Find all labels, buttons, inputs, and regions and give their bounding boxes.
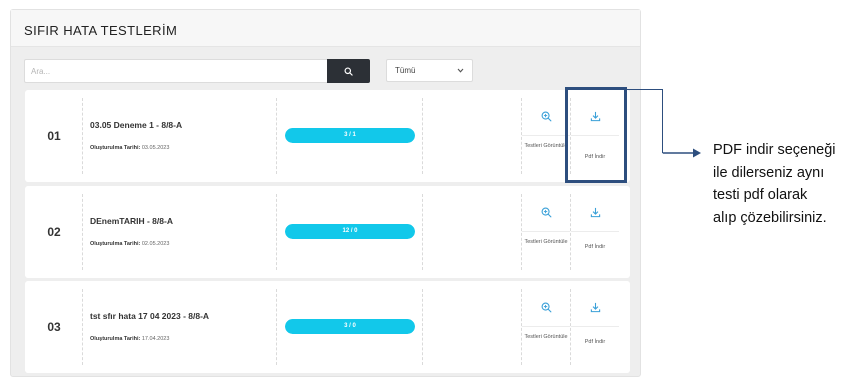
creation-date-label: Oluşturulma Tarihi: <box>90 241 141 247</box>
view-tests-label: Testleri Görüntüle <box>524 239 568 245</box>
progress-text: 3 / 0 <box>344 323 356 329</box>
creation-date: Oluşturulma Tarihi: 17.04.2023 <box>90 336 169 342</box>
callout-line: alıp çözebilirsiniz. <box>713 209 827 226</box>
test-number: 01 <box>47 129 61 143</box>
search-input[interactable] <box>24 59 328 83</box>
callout-arrow-icon <box>662 148 701 158</box>
download-icon <box>590 302 600 313</box>
test-name: 03.05 Deneme 1 - 8/8-A <box>90 120 183 130</box>
filter-select-value: Tümü <box>395 66 416 75</box>
divider <box>82 289 83 365</box>
pdf-download-label: Pdf İndir <box>584 339 606 345</box>
creation-date-label: Oluşturulma Tarihi: <box>90 145 141 151</box>
zoom-in-icon <box>541 302 551 313</box>
divider <box>82 194 83 270</box>
search-button[interactable] <box>327 59 370 83</box>
filter-select[interactable]: Tümü <box>386 59 473 82</box>
page-title: SIFIR HATA TESTLERİM <box>24 23 178 38</box>
progress-text: 12 / 0 <box>342 228 358 234</box>
creation-date-value: 03.05.2023 <box>141 145 170 151</box>
view-tests-label: Testleri Görüntüle <box>524 334 568 340</box>
progress-bar: 3 / 0 <box>285 319 415 334</box>
creation-date-value: 02.05.2023 <box>141 241 170 247</box>
test-name: tst sfır hata 17 04 2023 - 8/8-A <box>90 311 210 321</box>
pdf-download-button[interactable]: Pdf İndir <box>571 194 619 270</box>
zoom-in-icon <box>541 207 551 218</box>
creation-date: Oluşturulma Tarihi: 02.05.2023 <box>90 241 169 247</box>
test-row: 01 03.05 Deneme 1 - 8/8-A Oluşturulma Ta… <box>25 90 630 182</box>
callout-line: ile dilerseniz aynı <box>713 164 825 181</box>
test-name: DEnemTARIH - 8/8-A <box>90 216 173 226</box>
pdf-download-button[interactable]: Pdf İndir <box>571 289 619 365</box>
view-tests-button[interactable]: Testleri Görüntüle <box>522 98 570 174</box>
panel-header: SIFIR HATA TESTLERİM <box>11 10 640 47</box>
divider <box>276 289 277 365</box>
download-icon <box>590 207 600 218</box>
view-tests-button[interactable]: Testleri Görüntüle <box>522 194 570 270</box>
divider <box>422 194 423 270</box>
view-tests-label: Testleri Görüntüle <box>524 143 568 149</box>
progress-text: 3 / 1 <box>344 132 356 138</box>
test-number: 03 <box>47 320 61 334</box>
progress-bar: 12 / 0 <box>285 224 415 239</box>
test-row: 03 tst sfır hata 17 04 2023 - 8/8-A Oluş… <box>25 281 630 373</box>
callout-connector <box>627 89 663 90</box>
pdf-download-label: Pdf İndir <box>584 244 606 250</box>
creation-date-value: 17.04.2023 <box>141 336 170 342</box>
chevron-down-icon <box>457 68 464 73</box>
creation-date-label: Oluşturulma Tarihi: <box>90 336 141 342</box>
zero-error-tests-panel: SIFIR HATA TESTLERİM Tümü 01 03.05 Denem… <box>10 9 641 377</box>
callout-text: PDF indir seçeneği ile dilerseniz aynı t… <box>713 139 863 229</box>
divider <box>82 98 83 174</box>
divider <box>422 289 423 365</box>
creation-date: Oluşturulma Tarihi: 03.05.2023 <box>90 145 169 151</box>
divider <box>276 98 277 174</box>
test-number: 02 <box>47 225 61 239</box>
callout-line: testi pdf olarak <box>713 187 808 203</box>
search-bar <box>24 59 370 83</box>
pdf-download-highlight-box <box>565 87 627 183</box>
callout-line: PDF indir seçeneği <box>713 142 836 158</box>
search-icon <box>344 66 353 76</box>
view-tests-button[interactable]: Testleri Görüntüle <box>522 289 570 365</box>
progress-bar: 3 / 1 <box>285 128 415 143</box>
test-row: 02 DEnemTARIH - 8/8-A Oluşturulma Tarihi… <box>25 186 630 278</box>
divider <box>276 194 277 270</box>
zoom-in-icon <box>541 111 551 122</box>
divider <box>422 98 423 174</box>
callout-connector <box>662 89 663 153</box>
